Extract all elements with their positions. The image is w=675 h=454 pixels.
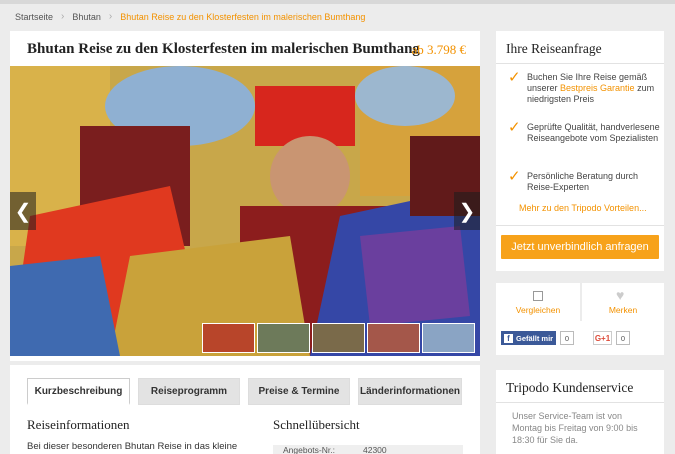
checkmark-icon: ✓ xyxy=(508,168,521,185)
chevron-left-icon[interactable]: ❮ xyxy=(10,192,36,230)
content-panel: Kurzbeschreibung Reiseprogramm Preise & … xyxy=(10,365,480,454)
kundenservice-panel: Tripodo Kundenservice Unser Service-Team… xyxy=(496,370,664,454)
thumbnail-strip xyxy=(202,323,475,353)
breadcrumb-separator-icon: › xyxy=(61,11,65,22)
tab-reiseprogramm[interactable]: Reiseprogramm xyxy=(138,378,240,405)
hero-image: ❮ ❯ xyxy=(10,66,480,356)
tour-price: ab 3.798 € xyxy=(411,42,466,57)
tour-panel: Bhutan Reise zu den Klosterfesten im mal… xyxy=(10,31,480,361)
reiseanfrage-panel: Ihre Reiseanfrage ✓ Buchen Sie Ihre Reis… xyxy=(496,31,664,271)
benefit-beratung: ✓ Persönliche Beratung durch Reise-Exper… xyxy=(508,168,639,192)
fact-value: 42300 xyxy=(362,445,387,454)
top-bar xyxy=(0,0,675,4)
breadcrumb-separator-icon: › xyxy=(108,11,113,22)
page-title: Bhutan Reise zu den Klosterfesten im mal… xyxy=(27,41,420,57)
breadcrumb: Startseite › Bhutan › Bhutan Reise zu de… xyxy=(15,11,365,22)
divider xyxy=(496,63,664,64)
schnelluebersicht-heading: Schnellübersicht xyxy=(273,417,360,432)
facebook-icon: f xyxy=(504,333,513,343)
fact-label: Angebots-Nr.: xyxy=(283,445,335,454)
bestpreis-link[interactable]: Bestpreis Garantie xyxy=(560,83,635,93)
reiseanfrage-heading: Ihre Reiseanfrage xyxy=(506,41,602,56)
facebook-like-button[interactable]: f Gefällt mir xyxy=(501,331,557,345)
checkmark-icon: ✓ xyxy=(508,119,521,136)
facebook-like-count: 0 xyxy=(560,331,574,345)
tab-bar: Kurzbeschreibung Reiseprogramm Preise & … xyxy=(27,378,462,405)
benefit-bestpreis: ✓ Buchen Sie Ihre Reise gemäß unserer Be… xyxy=(508,69,655,104)
heart-icon: ♥ xyxy=(616,287,625,303)
fact-row-angebots-nr: Angebots-Nr.: 42300 xyxy=(273,445,463,454)
tab-preise-termine[interactable]: Preise & Termine xyxy=(248,378,350,405)
breadcrumb-current: Bhutan Reise zu den Klosterfesten im mal… xyxy=(120,11,366,22)
remember-button[interactable]: ♥ Merken xyxy=(582,283,664,321)
kundenservice-text: Unser Service-Team ist von Montag bis Fr… xyxy=(512,411,638,445)
thumbnail-5[interactable] xyxy=(422,323,475,353)
remember-label: Merken xyxy=(608,305,638,315)
chevron-right-icon[interactable]: ❯ xyxy=(454,192,480,230)
google-plus-button[interactable]: G+1 xyxy=(593,331,612,345)
divider xyxy=(496,402,664,403)
compare-checkbox[interactable] xyxy=(533,291,543,301)
tripodo-vorteile-link[interactable]: Mehr zu den Tripodo Vorteilen... xyxy=(519,203,647,213)
reiseinformationen-heading: Reiseinformationen xyxy=(27,417,130,432)
monks-photo xyxy=(10,66,480,356)
checkmark-icon: ✓ xyxy=(508,69,521,86)
reiseinformationen-text: Bei dieser besonderen Bhutan Reise in da… xyxy=(27,441,238,452)
tab-kurzbeschreibung[interactable]: Kurzbeschreibung xyxy=(27,378,130,405)
kundenservice-heading: Tripodo Kundenservice xyxy=(506,380,634,395)
thumbnail-3[interactable] xyxy=(312,323,365,353)
breadcrumb-bhutan[interactable]: Bhutan xyxy=(72,12,101,22)
compare-button[interactable]: Vergleichen xyxy=(496,283,580,321)
tab-laenderinformationen[interactable]: Länderinformationen xyxy=(358,378,462,405)
actions-panel: Vergleichen ♥ Merken f Gefällt mir 0 G+1… xyxy=(496,283,664,355)
thumbnail-1[interactable] xyxy=(202,323,255,353)
divider xyxy=(496,225,664,226)
thumbnail-4[interactable] xyxy=(367,323,420,353)
request-button[interactable]: Jetzt unverbindlich anfragen xyxy=(501,235,659,259)
benefit-qualitaet: ✓ Geprüfte Qualität, handverlesene Reise… xyxy=(508,119,660,143)
compare-label: Vergleichen xyxy=(515,305,561,315)
google-plus-count: 0 xyxy=(616,331,630,345)
breadcrumb-home[interactable]: Startseite xyxy=(15,12,53,22)
thumbnail-2[interactable] xyxy=(257,323,310,353)
